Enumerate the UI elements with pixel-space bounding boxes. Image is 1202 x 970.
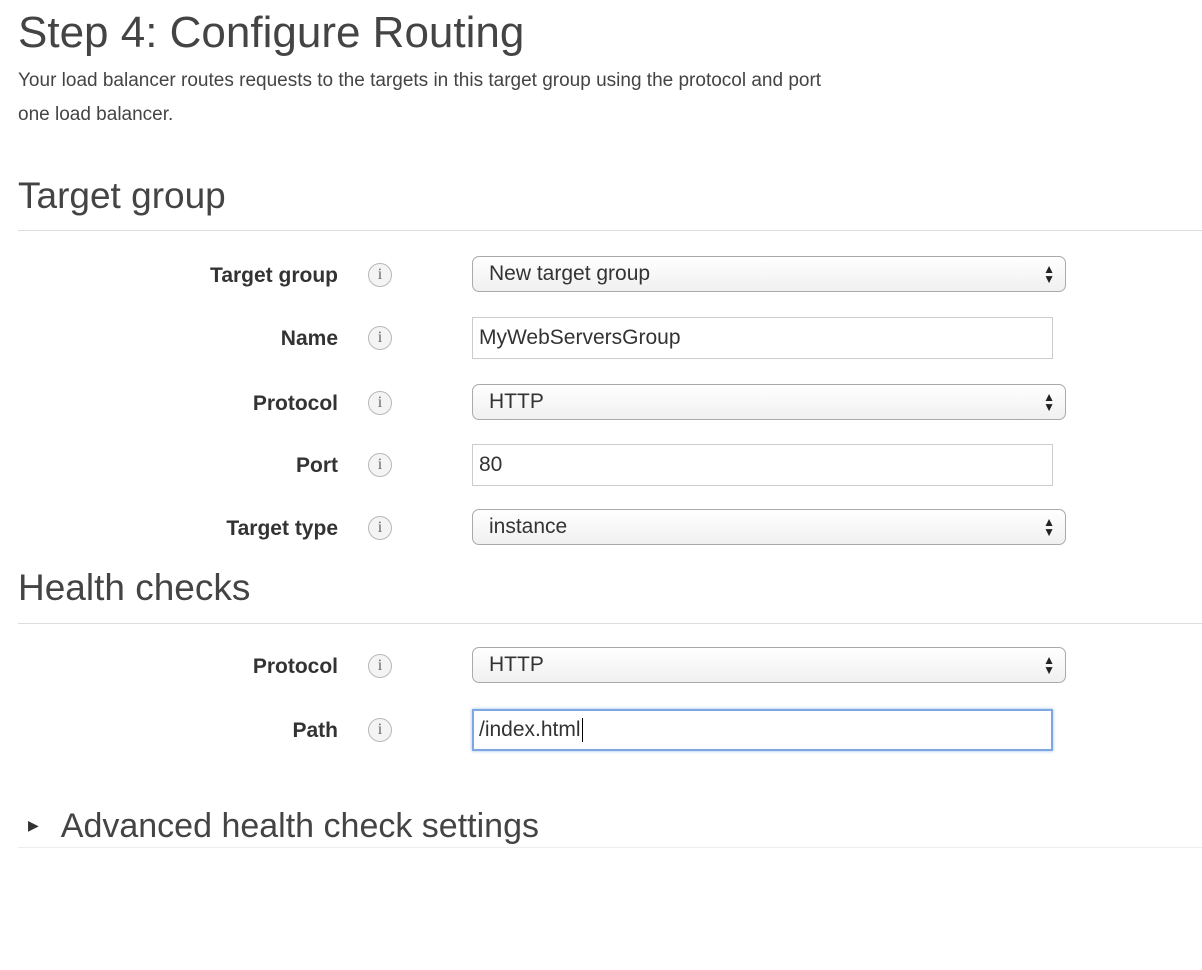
health-protocol-label: Protocol	[252, 655, 338, 678]
protocol-label: Protocol	[252, 392, 338, 415]
description-line-2: one load balancer.	[18, 104, 174, 125]
path-input-value: /index.html	[479, 718, 581, 741]
target-group-section-title: Target group	[18, 175, 226, 216]
name-input[interactable]: MyWebServersGroup	[472, 317, 1053, 359]
updown-arrows-icon: ▲ ▼	[1043, 390, 1055, 414]
configure-routing-page: Step 4: Configure Routing Your load bala…	[0, 0, 1202, 970]
path-row: Path i /index.html	[0, 709, 1202, 753]
health-checks-divider	[18, 623, 1202, 624]
protocol-select[interactable]: HTTP ▲ ▼	[472, 384, 1066, 420]
port-input[interactable]: 80	[472, 444, 1053, 486]
page-description: Your load balancer routes requests to th…	[18, 64, 1202, 132]
info-icon[interactable]: i	[368, 654, 392, 678]
health-protocol-select[interactable]: HTTP ▲ ▼	[472, 647, 1066, 683]
health-protocol-row: Protocol i HTTP ▲ ▼	[0, 645, 1202, 689]
target-group-divider	[18, 230, 1202, 231]
port-label: Port	[296, 454, 338, 477]
text-caret	[581, 718, 583, 743]
path-input[interactable]: /index.html	[472, 709, 1053, 751]
name-label: Name	[280, 327, 338, 350]
target-type-select-value: instance	[489, 515, 568, 538]
health-checks-section-title: Health checks	[18, 567, 251, 608]
updown-arrows-icon: ▲ ▼	[1043, 515, 1055, 539]
target-group-label: Target group	[210, 264, 338, 287]
target-type-label: Target type	[226, 517, 338, 540]
health-protocol-select-value: HTTP	[489, 653, 544, 676]
info-icon[interactable]: i	[368, 326, 392, 350]
info-icon[interactable]: i	[368, 263, 392, 287]
page-title: Step 4: Configure Routing	[18, 8, 525, 57]
info-icon[interactable]: i	[368, 391, 392, 415]
info-icon[interactable]: i	[368, 516, 392, 540]
target-group-row: Target group i New target group ▲ ▼	[0, 254, 1202, 298]
advanced-health-check-toggle[interactable]: ▶ Advanced health check settings	[28, 804, 539, 848]
name-row: Name i MyWebServersGroup	[0, 317, 1202, 361]
target-type-row: Target type i instance ▲ ▼	[0, 507, 1202, 551]
info-icon[interactable]: i	[368, 453, 392, 477]
updown-arrows-icon: ▲ ▼	[1043, 262, 1055, 286]
triangle-right-icon: ▶	[28, 817, 39, 834]
protocol-select-value: HTTP	[489, 390, 544, 413]
description-line-1: Your load balancer routes requests to th…	[18, 70, 822, 91]
target-type-select[interactable]: instance ▲ ▼	[472, 509, 1066, 545]
path-label: Path	[292, 719, 338, 742]
port-row: Port i 80	[0, 444, 1202, 488]
advanced-divider	[18, 847, 1202, 848]
advanced-label: Advanced health check settings	[60, 807, 539, 845]
updown-arrows-icon: ▲ ▼	[1043, 653, 1055, 677]
target-group-select-value: New target group	[489, 262, 651, 285]
target-group-select[interactable]: New target group ▲ ▼	[472, 256, 1066, 292]
protocol-row: Protocol i HTTP ▲ ▼	[0, 382, 1202, 426]
info-icon[interactable]: i	[368, 718, 392, 742]
